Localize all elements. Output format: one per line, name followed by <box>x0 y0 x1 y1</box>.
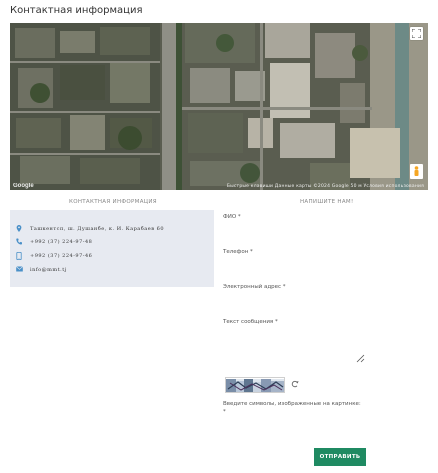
phone-icon <box>16 238 22 245</box>
google-logo: Google <box>13 183 34 189</box>
street-view-button[interactable] <box>410 164 423 179</box>
mobile-text: +992 (37) 224-97-46 <box>30 252 93 259</box>
address-text: Ташкентсп, ш. Душанбе, к. И. Карабаев 60 <box>30 225 164 232</box>
phone-row: +992 (37) 224-97-48 <box>16 238 92 245</box>
address-row: Ташкентсп, ш. Душанбе, к. И. Карабаев 60 <box>16 225 164 232</box>
contacts-heading: КОНТАКТНАЯ ИНФОРМАЦИЯ <box>69 199 157 205</box>
refresh-captcha-icon[interactable] <box>291 380 299 388</box>
map-imagery <box>10 23 428 190</box>
message-label: Текст сообщения * <box>223 319 278 325</box>
mobile-row: +992 (37) 224-97-46 <box>16 252 93 260</box>
fullscreen-icon <box>412 29 421 38</box>
phone-text: +992 (37) 224-97-48 <box>30 238 93 245</box>
captcha-image <box>225 377 285 393</box>
form-heading: НАПИШИТЕ НАМ! <box>300 199 354 205</box>
pegman-icon <box>414 166 419 176</box>
textarea-resize-handle[interactable] <box>356 354 365 363</box>
phone-input[interactable] <box>223 257 368 279</box>
message-textarea[interactable] <box>223 327 368 362</box>
captcha-required-mark: * <box>223 409 226 415</box>
map-attribution[interactable]: Быстрые клавиши Данные карты ©2024 Googl… <box>227 184 424 189</box>
envelope-icon <box>16 266 23 273</box>
fullscreen-button[interactable] <box>410 27 423 40</box>
email-label: Электронный адрес * <box>223 284 286 290</box>
page-title: Контактная информация <box>10 5 143 16</box>
name-input[interactable] <box>223 222 368 244</box>
mobile-phone-icon <box>16 252 22 260</box>
email-input[interactable] <box>223 292 368 314</box>
map-pin-icon <box>16 225 22 232</box>
captcha-input[interactable] <box>223 416 368 438</box>
contact-info-panel <box>10 210 214 287</box>
satellite-map[interactable]: Google Быстрые клавиши Данные карты ©202… <box>10 23 428 190</box>
submit-button[interactable]: ОТПРАВИТЬ <box>314 448 366 466</box>
email-row: info@mmt.tj <box>16 266 67 273</box>
email-link[interactable]: info@mmt.tj <box>30 267 67 273</box>
captcha-label: Введите символы, изображенные на картинк… <box>223 401 361 407</box>
name-label: ФИО * <box>223 214 241 220</box>
phone-label: Телефон * <box>223 249 253 255</box>
